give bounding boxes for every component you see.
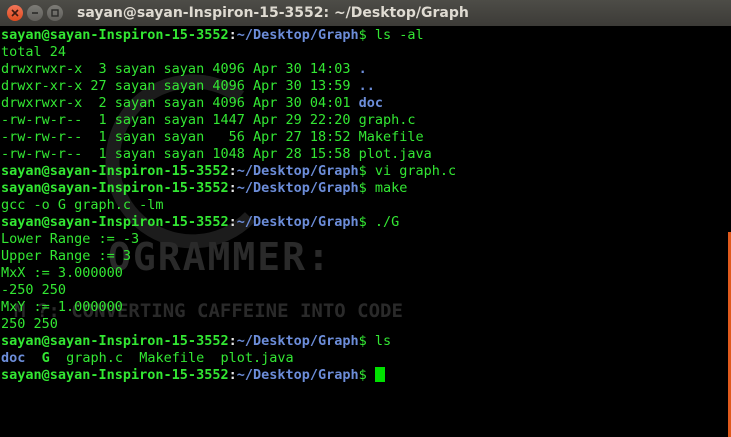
- listing-details: -rw-rw-r-- 1 sayan sayan 56 Apr 27 18:52: [1, 129, 359, 145]
- output-line: 250 250: [1, 316, 58, 332]
- output-line: total 24: [1, 44, 67, 60]
- ls-file-names: graph.c Makefile plot.java: [66, 350, 294, 366]
- listing-row: drwxrwxr-x 2 sayan sayan 4096 Apr 30 04:…: [0, 95, 731, 112]
- prompt-colon: :: [228, 180, 237, 196]
- command-text: ls: [374, 333, 392, 349]
- text-cursor: [374, 367, 385, 382]
- listing-dir-name: .: [358, 61, 367, 77]
- window-controls: [7, 5, 67, 21]
- prompt-line: sayan@sayan-Inspiron-15-3552:~/Desktop/G…: [0, 163, 731, 180]
- listing-row: drwxr-xr-x 27 sayan sayan 4096 Apr 30 13…: [0, 78, 731, 95]
- prompt-path: ~/Desktop/Graph: [236, 163, 359, 179]
- ls-output-line: doc G graph.c Makefile plot.java: [0, 350, 731, 367]
- maximize-button[interactable]: [47, 5, 63, 21]
- prompt-symbol: $: [358, 367, 375, 383]
- prompt-user-host: sayan@sayan-Inspiron-15-3552: [1, 180, 229, 196]
- listing-details: -rw-rw-r-- 1 sayan sayan 1447 Apr 29 22:…: [1, 112, 359, 128]
- prompt-path: ~/Desktop/Graph: [236, 367, 359, 383]
- listing-file-name: Makefile: [358, 129, 424, 145]
- prompt-path: ~/Desktop/Graph: [236, 180, 359, 196]
- output-line: MxY := 1.000000: [1, 299, 123, 315]
- listing-row: drwxrwxr-x 3 sayan sayan 4096 Apr 30 14:…: [0, 61, 731, 78]
- prompt-user-host: sayan@sayan-Inspiron-15-3552: [1, 214, 229, 230]
- listing-row: -rw-rw-r-- 1 sayan sayan 56 Apr 27 18:52…: [0, 129, 731, 146]
- prompt-line: sayan@sayan-Inspiron-15-3552:~/Desktop/G…: [0, 27, 731, 44]
- prompt-user-host: sayan@sayan-Inspiron-15-3552: [1, 27, 229, 43]
- output-line: -250 250: [1, 282, 67, 298]
- command-text: make: [374, 180, 408, 196]
- listing-dir-name: ..: [358, 78, 375, 94]
- listing-row: -rw-rw-r-- 1 sayan sayan 1048 Apr 28 15:…: [0, 146, 731, 163]
- listing-dir-name: doc: [358, 95, 384, 111]
- prompt-symbol: $: [358, 214, 375, 230]
- title-bar[interactable]: sayan@sayan-Inspiron-15-3552: ~/Desktop/…: [0, 0, 731, 26]
- close-icon: [11, 9, 19, 17]
- command-text: vi graph.c: [374, 163, 457, 179]
- listing-details: drwxrwxr-x 2 sayan sayan 4096 Apr 30 04:…: [1, 95, 359, 111]
- terminal-window: sayan@sayan-Inspiron-15-3552: ~/Desktop/…: [0, 0, 731, 437]
- output-line: Upper Range := 3: [1, 248, 132, 264]
- prompt-line: sayan@sayan-Inspiron-15-3552:~/Desktop/G…: [0, 333, 731, 350]
- listing-row: -rw-rw-r-- 1 sayan sayan 1447 Apr 29 22:…: [0, 112, 731, 129]
- window-title: sayan@sayan-Inspiron-15-3552: ~/Desktop/…: [77, 5, 469, 21]
- prompt-colon: :: [228, 333, 237, 349]
- prompt-symbol: $: [358, 27, 375, 43]
- prompt-colon: :: [228, 163, 237, 179]
- prompt-colon: :: [228, 367, 237, 383]
- ls-executable-name: G: [41, 350, 50, 366]
- output-line: MxX := 3.000000: [1, 265, 123, 281]
- command-text: ls -al: [374, 27, 424, 43]
- minimize-button[interactable]: [27, 5, 43, 21]
- prompt-symbol: $: [358, 180, 375, 196]
- listing-file-name: plot.java: [358, 146, 432, 162]
- prompt-user-host: sayan@sayan-Inspiron-15-3552: [1, 333, 229, 349]
- maximize-icon: [51, 9, 59, 17]
- listing-file-name: graph.c: [358, 112, 416, 128]
- prompt-path: ~/Desktop/Graph: [236, 333, 359, 349]
- listing-details: drwxrwxr-x 3 sayan sayan 4096 Apr 30 14:…: [1, 61, 359, 77]
- output-line: gcc -o G graph.c -lm: [1, 197, 164, 213]
- prompt-path: ~/Desktop/Graph: [236, 27, 359, 43]
- listing-details: drwxr-xr-x 27 sayan sayan 4096 Apr 30 13…: [1, 78, 359, 94]
- listing-details: -rw-rw-r-- 1 sayan sayan 1048 Apr 28 15:…: [1, 146, 359, 162]
- prompt-colon: :: [228, 27, 237, 43]
- minimize-icon: [32, 12, 38, 14]
- prompt-symbol: $: [358, 333, 375, 349]
- command-text: ./G: [374, 214, 400, 230]
- output-line: Lower Range := -3: [1, 231, 140, 247]
- prompt-path: ~/Desktop/Graph: [236, 214, 359, 230]
- terminal-area[interactable]: OGRAMMER: M ?: CONVERTING CAFFEINE INTO …: [0, 27, 731, 437]
- prompt-colon: :: [228, 214, 237, 230]
- prompt-line: sayan@sayan-Inspiron-15-3552:~/Desktop/G…: [0, 214, 731, 231]
- close-button[interactable]: [7, 5, 23, 21]
- prompt-line: sayan@sayan-Inspiron-15-3552:~/Desktop/G…: [0, 180, 731, 197]
- prompt-user-host: sayan@sayan-Inspiron-15-3552: [1, 163, 229, 179]
- prompt-symbol: $: [358, 163, 375, 179]
- ls-dir-name: doc: [1, 350, 26, 366]
- prompt-user-host: sayan@sayan-Inspiron-15-3552: [1, 367, 229, 383]
- active-prompt-line[interactable]: sayan@sayan-Inspiron-15-3552:~/Desktop/G…: [0, 367, 731, 384]
